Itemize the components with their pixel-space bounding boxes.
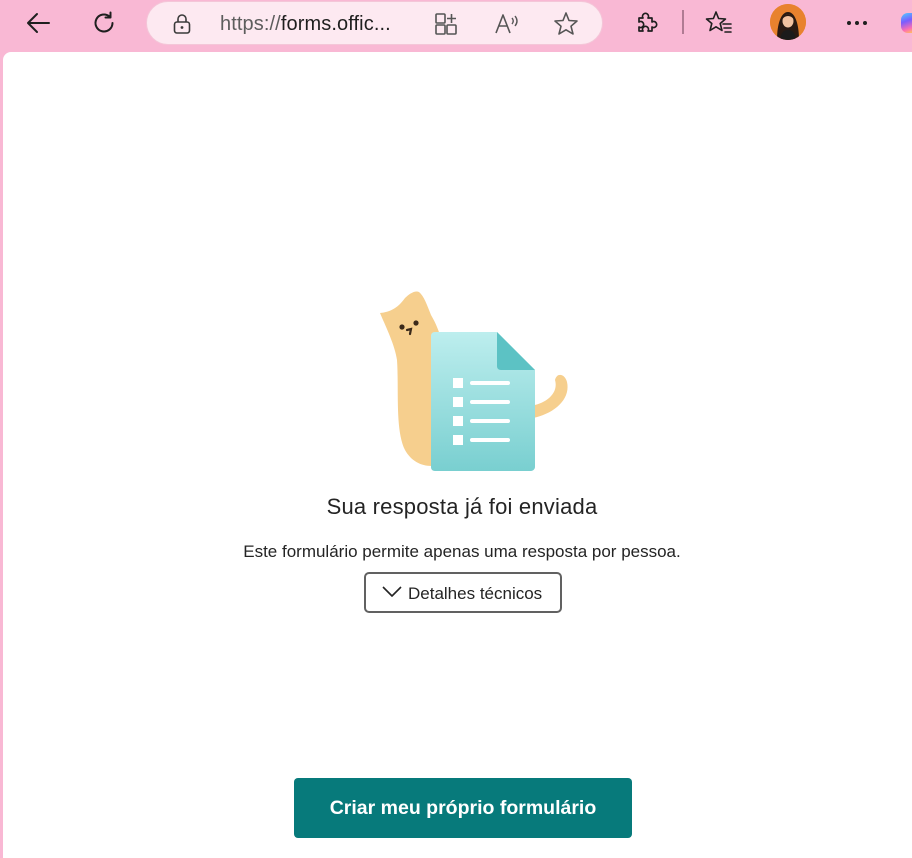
extensions-button[interactable] (627, 5, 667, 41)
cat-with-form-illustration (380, 291, 568, 471)
more-button[interactable] (837, 5, 877, 41)
puzzle-icon (638, 12, 658, 32)
technical-details-label: Detalhes técnicos (408, 584, 543, 603)
page-content: Sua resposta já foi enviada Este formulá… (3, 52, 912, 858)
back-arrow-icon (27, 13, 50, 33)
refresh-icon (94, 11, 114, 33)
profile-avatar[interactable] (770, 4, 806, 40)
one-response-note: Este formulário permite apenas uma respo… (243, 542, 681, 561)
refresh-button[interactable] (84, 5, 124, 41)
read-aloud-button[interactable] (494, 11, 520, 37)
profile-picture-icon (770, 4, 806, 40)
app-available-button[interactable] (433, 11, 459, 37)
star-icon (554, 12, 578, 35)
app-available-icon (435, 13, 457, 35)
chevron-down-icon (382, 586, 402, 597)
url-scheme: https:// (220, 13, 281, 35)
read-aloud-icon (495, 14, 518, 34)
favorites-button[interactable] (699, 5, 739, 41)
back-button[interactable] (18, 5, 58, 41)
response-sent-title: Sua resposta já foi enviada (326, 494, 598, 519)
url-domain: forms.offic... (280, 13, 391, 35)
url-text[interactable]: https://forms.offic... (220, 13, 391, 36)
technical-details-button[interactable]: Detalhes técnicos (364, 572, 562, 613)
more-icon (847, 21, 867, 25)
favorite-button[interactable] (553, 11, 579, 37)
address-bar[interactable]: https://forms.offic... (146, 1, 603, 45)
toolbar-divider (682, 10, 684, 34)
browser-toolbar: https://forms.offic... (0, 0, 912, 50)
favorites-list-icon (705, 11, 732, 33)
create-own-form-button[interactable]: Criar meu próprio formulário (294, 778, 632, 838)
copilot-icon[interactable] (901, 13, 912, 33)
lock-icon[interactable] (173, 13, 191, 35)
